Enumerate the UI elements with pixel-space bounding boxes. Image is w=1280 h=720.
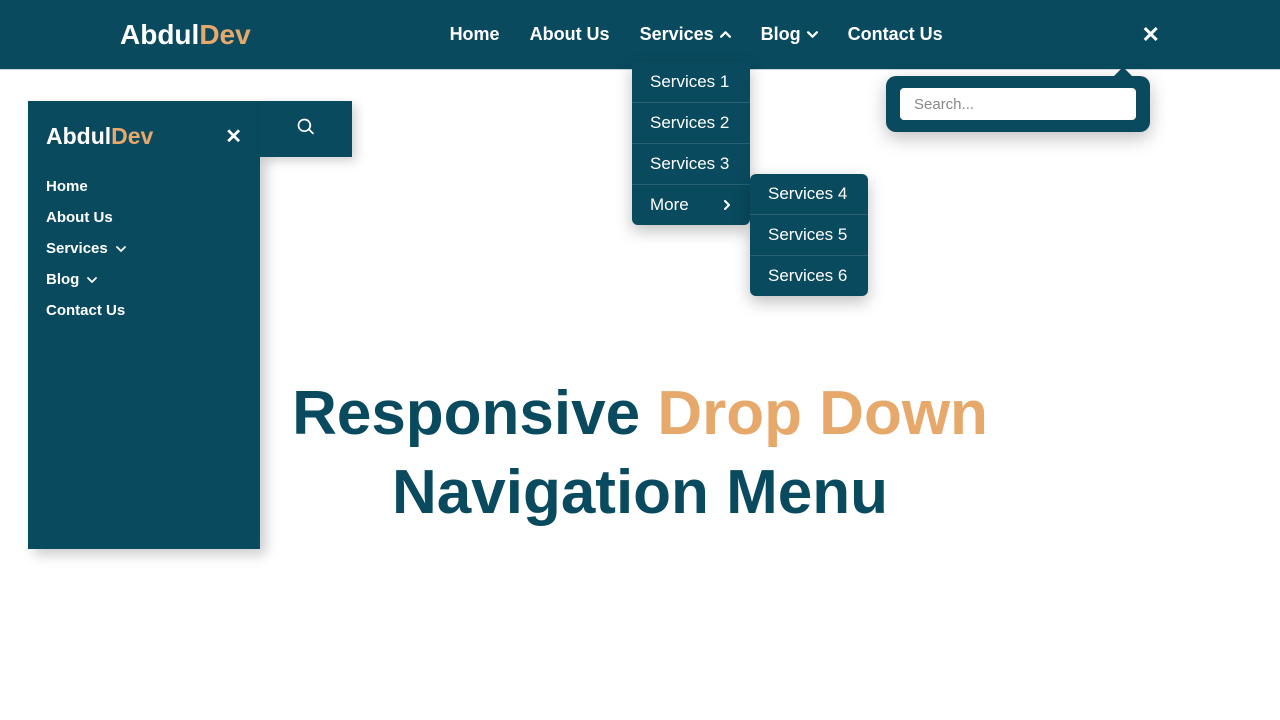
hero-part2: Drop Down [657,379,988,448]
mobile-nav-label: Contact Us [46,302,125,319]
submenu-item-label: Services 4 [768,184,847,203]
top-navbar: AbdulDev Home About Us Services Blog Con… [0,0,1280,70]
mobile-nav-label: Blog [46,271,79,288]
brand-logo[interactable]: AbdulDev [120,19,251,51]
mobile-nav-home[interactable]: Home [46,178,242,195]
dropdown-item-services-2[interactable]: Services 2 [632,103,750,144]
search-input[interactable] [898,86,1138,122]
hero-heading: Responsive Drop Down Navigation Menu [0,380,1280,531]
nav-home-label: Home [450,24,500,45]
mobile-brand-part1: Abdul [46,123,111,149]
nav-contact[interactable]: Contact Us [848,24,943,45]
dropdown-item-more[interactable]: More [632,185,750,225]
nav-contact-label: Contact Us [848,24,943,45]
mobile-nav-contact[interactable]: Contact Us [46,302,242,319]
submenu-item-services-6[interactable]: Services 6 [750,256,868,296]
mobile-brand-logo[interactable]: AbdulDev [46,123,153,150]
hero-part3: Navigation Menu [392,458,888,527]
chevron-down-icon [807,29,818,40]
search-icon [296,117,316,142]
mobile-nav-label: Home [46,178,88,195]
nav-blog[interactable]: Blog [761,24,818,45]
close-icon: ✕ [1142,22,1160,47]
mobile-nav-label: About Us [46,209,113,226]
mobile-sidebar-header: AbdulDev ✕ [46,123,242,150]
nav-home[interactable]: Home [450,24,500,45]
mobile-nav-about[interactable]: About Us [46,209,242,226]
mobile-close-button[interactable]: ✕ [225,124,242,149]
close-search-button[interactable]: ✕ [1142,22,1160,48]
mobile-search-button[interactable] [260,101,352,157]
chevron-down-icon [116,244,126,254]
hero-part1: Responsive [292,379,657,448]
submenu-item-services-4[interactable]: Services 4 [750,174,868,215]
mobile-nav-blog[interactable]: Blog [46,271,242,288]
brand-part2: Dev [199,19,250,50]
nav-about-label: About Us [530,24,610,45]
nav-services-label: Services [640,24,714,45]
close-icon: ✕ [225,126,242,148]
nav-services[interactable]: Services [640,24,731,45]
services-submenu: Services 4 Services 5 Services 6 [750,174,868,296]
chevron-down-icon [87,275,97,285]
mobile-nav-services[interactable]: Services [46,240,242,257]
dropdown-item-services-3[interactable]: Services 3 [632,144,750,185]
services-dropdown: Services 1 Services 2 Services 3 More [632,62,750,225]
dropdown-item-label: Services 1 [650,72,729,92]
chevron-up-icon [720,29,731,40]
mobile-nav-label: Services [46,240,108,257]
brand-part1: Abdul [120,19,199,50]
dropdown-more-label: More [650,195,689,215]
primary-nav: Home About Us Services Blog Contact Us [450,24,943,45]
dropdown-item-label: Services 2 [650,113,729,133]
chevron-right-icon [722,200,732,210]
mobile-nav: Home About Us Services Blog Contact Us [46,178,242,319]
mobile-brand-part2: Dev [111,123,153,149]
submenu-item-label: Services 6 [768,266,847,285]
search-popover [886,76,1150,132]
nav-about[interactable]: About Us [530,24,610,45]
dropdown-item-services-1[interactable]: Services 1 [632,62,750,103]
submenu-item-services-5[interactable]: Services 5 [750,215,868,256]
dropdown-item-label: Services 3 [650,154,729,174]
submenu-item-label: Services 5 [768,225,847,244]
nav-blog-label: Blog [761,24,801,45]
